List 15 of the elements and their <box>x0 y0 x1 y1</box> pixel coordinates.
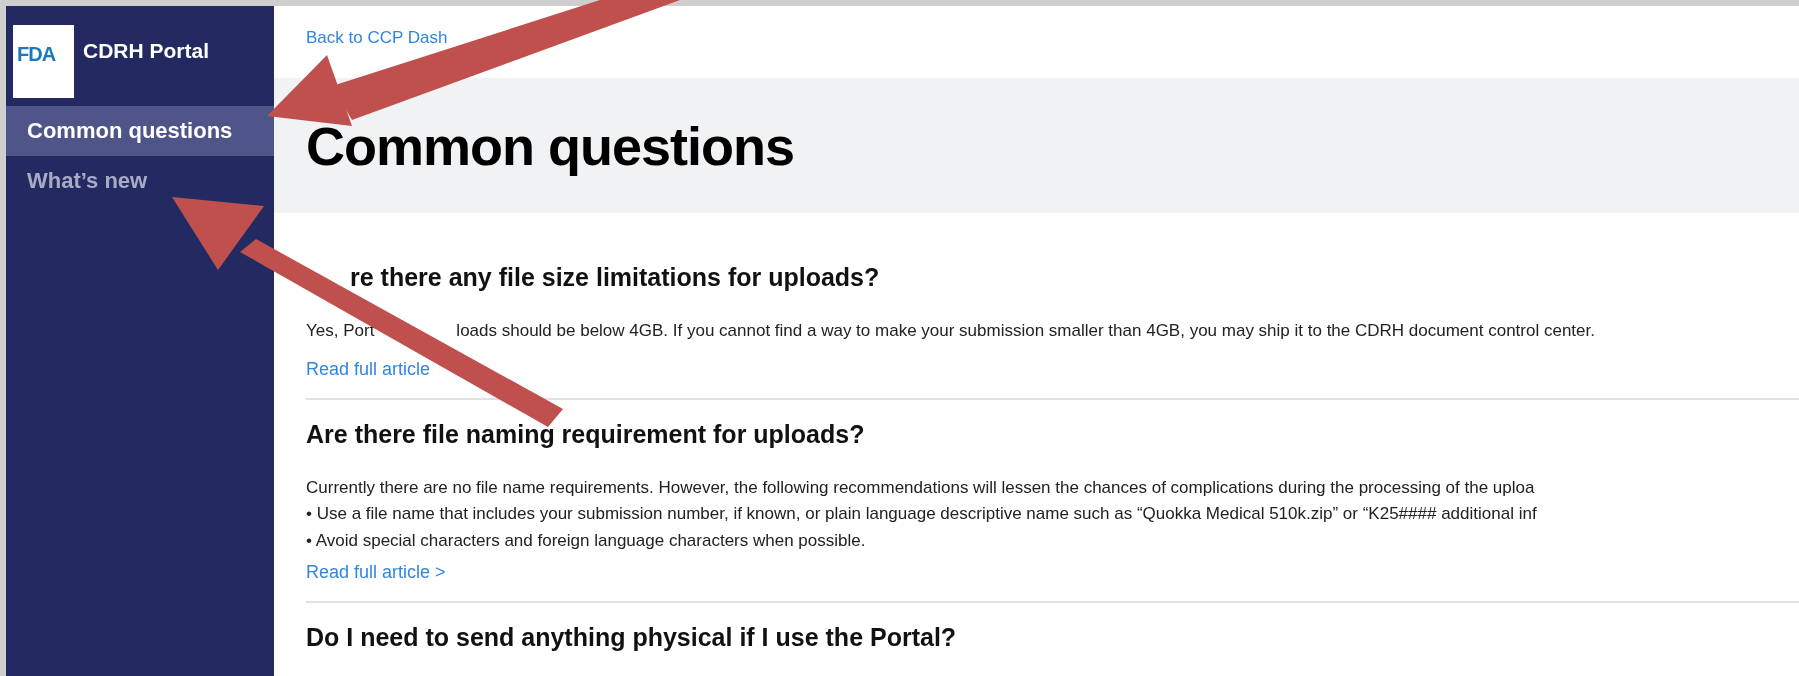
sidebar-item[interactable]: Common questions <box>6 106 274 156</box>
answer-text: loads should be below 4GB. If you cannot find a way to make your submission smaller than 4GB, you may ship it to the CDRH document control center. <box>456 321 1595 340</box>
answer-text: • Avoid special characters and foreign language characters when possible. <box>306 530 866 550</box>
answer-text: Yes, Port <box>306 321 375 340</box>
read-more-link[interactable]: Read full article > <box>306 554 1799 603</box>
answer-text: • Use a file name that includes your submission number, if known, or plain language descriptive name such as “Quokka Medical 510k.zip” or “K25#### additional inf <box>306 504 1537 523</box>
portal-title: CDRH Portal <box>83 39 209 63</box>
question-heading: Do I need to send anything physical if I use the Portal? <box>306 623 957 652</box>
answer-text: Currently there are no file name requirements. However, the following recommendations will lessen the chances of complications during the processing of the uploa <box>306 477 1535 497</box>
back-link[interactable]: Back to CCP Dash <box>306 28 448 47</box>
page-title: Common questions <box>306 114 794 177</box>
sidebar-item[interactable]: What’s new <box>6 156 274 206</box>
question-heading: re there any file size limitations for uploads? <box>350 263 880 292</box>
fda-logo: FDA <box>13 25 74 98</box>
question-heading: Are there file naming requirement for uploads? <box>306 419 865 449</box>
